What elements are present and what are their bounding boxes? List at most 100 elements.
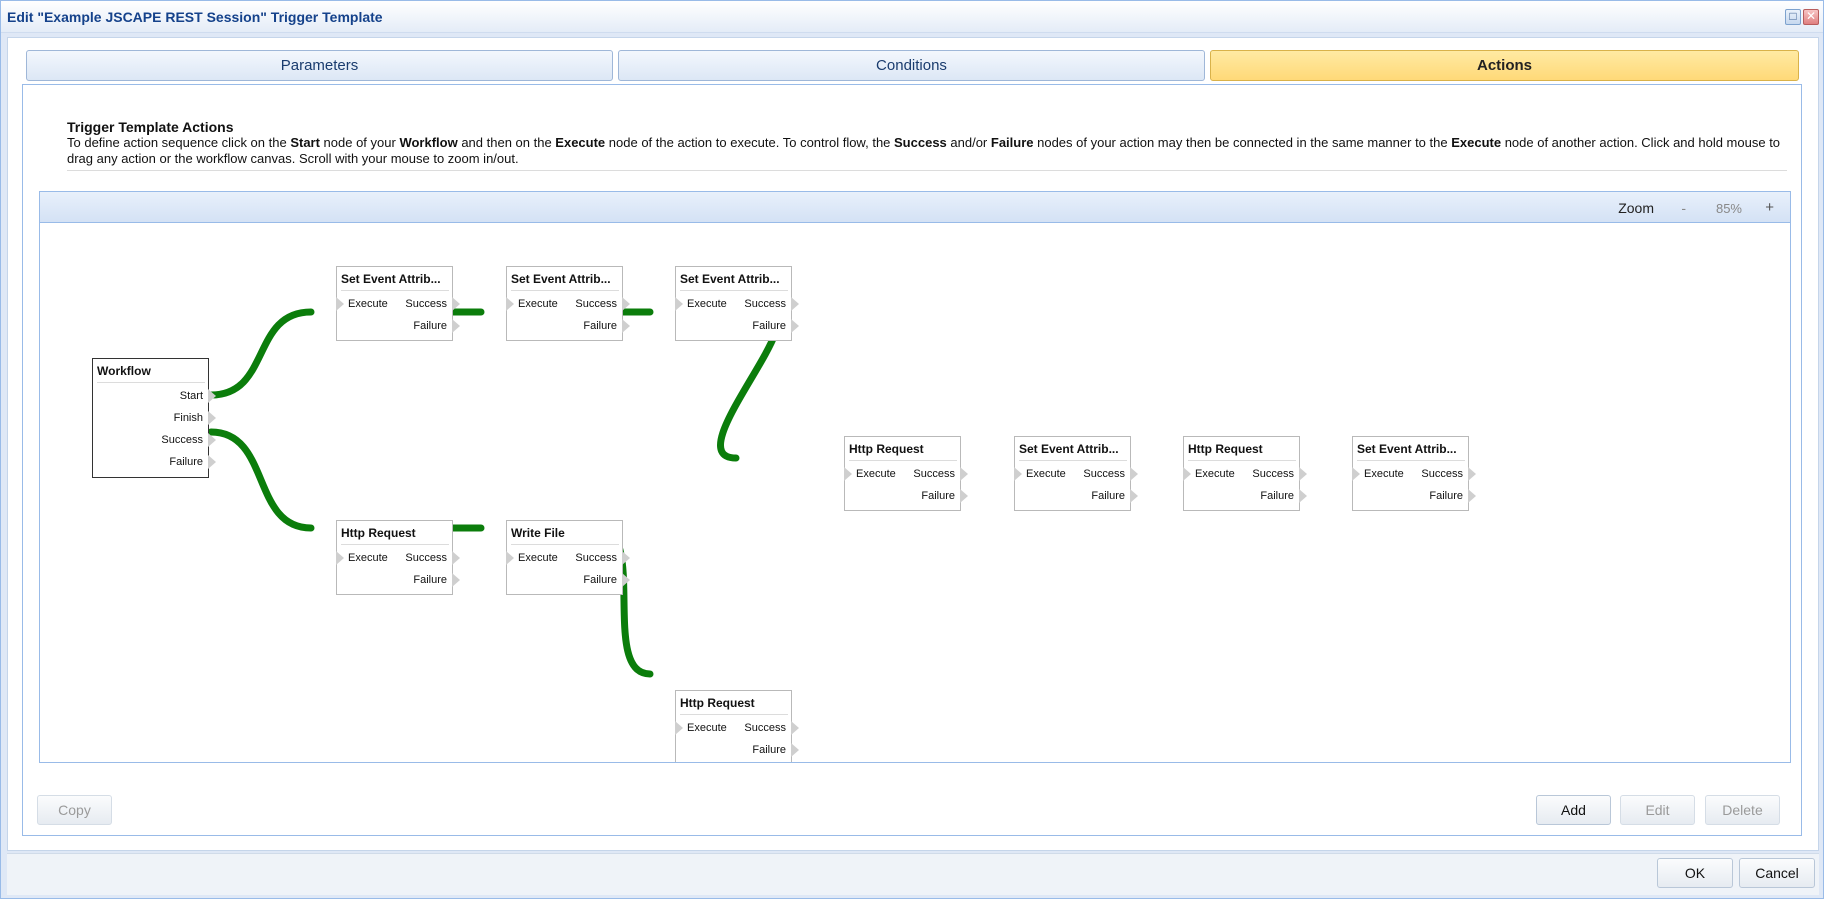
port-execute-handle[interactable] [506, 551, 514, 565]
port-execute-handle[interactable] [675, 297, 683, 311]
node-title: Set Event Attrib... [511, 272, 619, 291]
delete-button[interactable]: Delete [1705, 795, 1780, 825]
action-node[interactable]: Set Event Attrib... Execute Success Fail… [1014, 436, 1138, 511]
connector-success-to-http [207, 428, 315, 532]
dialog-footer: OK Cancel [7, 853, 1819, 895]
port-failure-label: Failure [583, 574, 617, 586]
port-execute-handle[interactable] [506, 297, 514, 311]
port-success-handle[interactable] [622, 297, 630, 311]
tab-parameters[interactable]: Parameters [26, 50, 613, 81]
edit-button[interactable]: Edit [1620, 795, 1695, 825]
port-failure-handle[interactable] [960, 489, 968, 503]
port-success-label: Success [405, 298, 447, 310]
tab-actions[interactable]: Actions [1210, 50, 1799, 81]
port-failure-handle[interactable] [622, 319, 630, 333]
port-failure-handle[interactable] [452, 319, 460, 333]
port-success-handle[interactable] [1130, 467, 1138, 481]
port-execute-label: Execute [687, 722, 727, 734]
add-button[interactable]: Add [1536, 795, 1611, 825]
node-title: Http Request [1188, 442, 1296, 461]
close-icon[interactable]: ✕ [1803, 9, 1819, 25]
title-bar[interactable]: Edit "Example JSCAPE REST Session" Trigg… [1, 1, 1823, 33]
port-failure-handle[interactable] [1299, 489, 1307, 503]
port-start-handle[interactable] [208, 389, 216, 403]
port-success-label: Success [1252, 468, 1294, 480]
maximize-icon[interactable]: □ [1785, 9, 1801, 25]
action-node[interactable]: Http Request Execute Success Failure [675, 690, 799, 762]
port-failure-label: Failure [413, 574, 447, 586]
port-failure-handle[interactable] [1130, 489, 1138, 503]
port-failure-handle[interactable] [208, 455, 216, 469]
port-success-label: Success [575, 298, 617, 310]
desc-text: node of your [319, 135, 400, 150]
node-title: Set Event Attrib... [341, 272, 449, 291]
action-node[interactable]: Set Event Attrib... Execute Success Fail… [506, 266, 630, 341]
desc-text: and/or [946, 135, 991, 150]
port-failure-label: Failure [1260, 490, 1294, 502]
port-failure-handle[interactable] [791, 319, 799, 333]
node-title: Http Request [680, 696, 788, 715]
port-execute-label: Execute [687, 298, 727, 310]
port-failure-label: Failure [1429, 490, 1463, 502]
port-success-handle[interactable] [208, 433, 216, 447]
port-execute-label: Execute [518, 552, 558, 564]
port-success-handle[interactable] [791, 297, 799, 311]
port-success-label: Success [913, 468, 955, 480]
ok-button[interactable]: OK [1657, 858, 1733, 888]
workflow-node[interactable]: Workflow Start Finish Success Failure [92, 358, 216, 478]
port-failure-label: Failure [752, 320, 786, 332]
cancel-button[interactable]: Cancel [1739, 858, 1815, 888]
workflow-canvas[interactable]: Zoom - 85% + Workflow Start Finish Succe… [39, 191, 1791, 763]
section-description: To define action sequence click on the S… [67, 135, 1787, 171]
action-node[interactable]: Set Event Attrib... Execute Success Fail… [1352, 436, 1476, 511]
action-node[interactable]: Http Request Execute Success Failure [1183, 436, 1307, 511]
port-execute-handle[interactable] [844, 467, 852, 481]
port-success-label: Success [744, 298, 786, 310]
desc-bold: Failure [990, 135, 1034, 150]
port-success-handle[interactable] [452, 297, 460, 311]
port-finish-handle[interactable] [208, 411, 216, 425]
port-execute-label: Execute [348, 552, 388, 564]
desc-bold: Execute [1451, 135, 1502, 150]
actions-panel: Trigger Template Actions To define actio… [22, 84, 1802, 836]
node-title: Http Request [341, 526, 449, 545]
desc-bold: Workflow [399, 135, 458, 150]
desc-text: node of the action to execute. To contro… [605, 135, 895, 150]
port-failure-handle[interactable] [622, 573, 630, 587]
port-success-label: Success [1421, 468, 1463, 480]
dialog-body: Parameters Conditions Actions Trigger Te… [7, 37, 1819, 851]
action-node[interactable]: Set Event Attrib... Execute Success Fail… [675, 266, 799, 341]
port-failure-label: Failure [413, 320, 447, 332]
port-execute-label: Execute [518, 298, 558, 310]
port-execute-label: Execute [856, 468, 896, 480]
copy-button[interactable]: Copy [37, 795, 112, 825]
desc-text: nodes of your action may then be connect… [1033, 135, 1452, 150]
port-success-handle[interactable] [1299, 467, 1307, 481]
port-success-label: Success [575, 552, 617, 564]
tab-conditions[interactable]: Conditions [618, 50, 1205, 81]
section-title: Trigger Template Actions [67, 119, 234, 135]
port-success-handle[interactable] [960, 467, 968, 481]
port-failure-handle[interactable] [452, 573, 460, 587]
port-execute-label: Execute [1364, 468, 1404, 480]
port-execute-handle[interactable] [1352, 467, 1360, 481]
action-node[interactable]: Http Request Execute Success Failure [336, 520, 460, 595]
port-failure-handle[interactable] [1468, 489, 1476, 503]
desc-bold: Success [894, 135, 947, 150]
port-execute-handle[interactable] [675, 721, 683, 735]
action-node[interactable]: Write File Execute Success Failure [506, 520, 630, 595]
port-success-handle[interactable] [622, 551, 630, 565]
action-node[interactable]: Http Request Execute Success Failure [844, 436, 968, 511]
port-failure-handle[interactable] [791, 743, 799, 757]
port-execute-handle[interactable] [1183, 467, 1191, 481]
port-execute-handle[interactable] [336, 297, 344, 311]
port-execute-handle[interactable] [1014, 467, 1022, 481]
port-success-handle[interactable] [452, 551, 460, 565]
desc-text: and then on the [457, 135, 556, 150]
port-success-handle[interactable] [1468, 467, 1476, 481]
port-success-handle[interactable] [791, 721, 799, 735]
port-execute-handle[interactable] [336, 551, 344, 565]
port-success-label: Success [744, 722, 786, 734]
action-node[interactable]: Set Event Attrib... Execute Success Fail… [336, 266, 460, 341]
port-finish-label: Finish [173, 412, 203, 424]
